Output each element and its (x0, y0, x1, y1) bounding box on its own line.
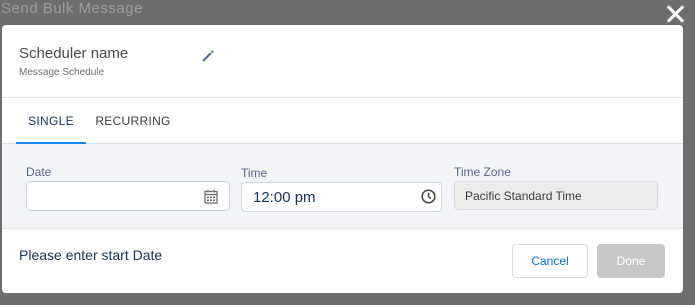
tab-single[interactable]: SINGLE (16, 98, 86, 145)
timezone-value: Pacific Standard Time (465, 188, 582, 203)
modal-footer: Please enter start Date Cancel Done (2, 230, 683, 293)
date-input[interactable] (26, 181, 230, 211)
time-input[interactable]: 12:00 pm (241, 182, 442, 212)
schedule-form: Date Time 12:00 pm Time Zone Pacific Sta… (2, 144, 683, 229)
calendar-icon[interactable] (204, 189, 218, 209)
date-label: Date (26, 165, 52, 179)
timezone-field: Pacific Standard Time (454, 181, 658, 210)
schedule-modal: Scheduler name Message Schedule SINGLE R… (2, 25, 683, 293)
scheduler-subtitle: Message Schedule (19, 67, 105, 78)
time-value: 12:00 pm (253, 188, 316, 206)
timezone-label: Time Zone (454, 165, 511, 179)
schedule-tabs: SINGLE RECURRING (2, 98, 683, 145)
close-icon[interactable] (663, 2, 687, 26)
page-title-behind-modal: Send Bulk Message (1, 0, 143, 17)
modal-header: Scheduler name Message Schedule (2, 25, 683, 98)
validation-message: Please enter start Date (19, 247, 163, 263)
tab-recurring[interactable]: RECURRING (90, 98, 176, 144)
done-button[interactable]: Done (597, 244, 665, 278)
cancel-button[interactable]: Cancel (512, 244, 588, 278)
scheduler-name: Scheduler name (19, 45, 129, 62)
clock-icon[interactable] (421, 189, 436, 209)
pencil-icon[interactable] (201, 49, 215, 63)
time-label: Time (241, 166, 268, 180)
